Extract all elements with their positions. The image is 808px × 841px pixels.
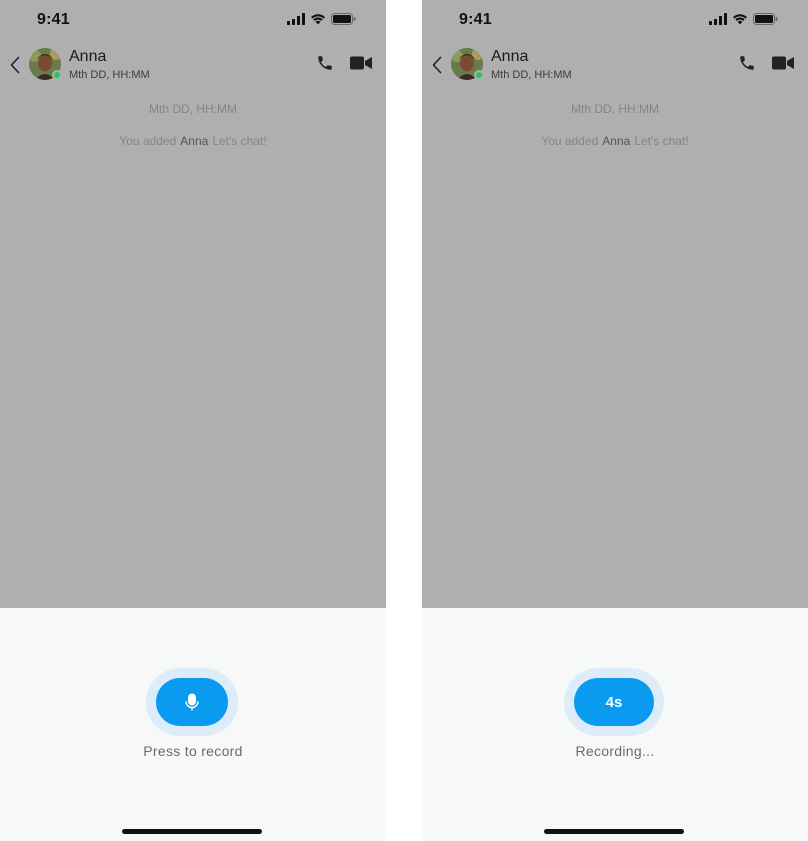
record-hint-label: Press to record [143, 743, 243, 759]
system-message: You added Anna Let's chat! [422, 134, 808, 148]
back-button[interactable] [6, 53, 24, 77]
home-indicator [544, 829, 684, 834]
contact-last-seen: Mth DD, HH:MM [69, 69, 150, 81]
voice-call-button[interactable] [316, 54, 336, 74]
system-message-prefix: You added [541, 134, 599, 148]
avatar[interactable] [29, 48, 62, 80]
system-message-name: Anna [602, 134, 631, 148]
video-camera-icon [350, 56, 372, 70]
online-status-dot [474, 70, 484, 80]
video-call-button[interactable] [350, 55, 372, 73]
chat-area-dimmed: 9:41 Anna Mth DD, HH:MM Mth DD, HH:MM Yo… [0, 0, 386, 608]
contact-name: Anna [491, 48, 529, 65]
system-message-prefix: You added [119, 134, 177, 148]
recording-status-label: Recording... [575, 743, 655, 759]
status-bar: 9:41 [422, 0, 808, 40]
phone-icon [318, 56, 332, 70]
status-bar: 9:41 [0, 0, 386, 40]
status-icons [287, 13, 356, 25]
recording-timer: 4s [605, 693, 623, 711]
avatar[interactable] [451, 48, 484, 80]
system-message: You added Anna Let's chat! [0, 134, 386, 148]
home-indicator [122, 829, 262, 834]
phone-icon [740, 56, 754, 70]
signal-icon [287, 13, 305, 25]
wifi-icon [733, 14, 747, 25]
record-button[interactable] [156, 678, 228, 726]
battery-icon [331, 13, 356, 25]
back-chevron-icon [10, 56, 20, 74]
message-date: Mth DD, HH:MM [571, 102, 659, 116]
message-date: Mth DD, HH:MM [149, 102, 237, 116]
back-button[interactable] [428, 53, 446, 77]
status-icons [709, 13, 778, 25]
contact-last-seen: Mth DD, HH:MM [491, 69, 572, 81]
status-time: 9:41 [37, 11, 70, 28]
chat-header: Anna Mth DD, HH:MM [422, 44, 808, 86]
chat-area-dimmed: 9:41 Anna Mth DD, HH:MM Mth DD, HH:MM Yo… [422, 0, 808, 608]
system-message-suffix: Let's chat! [212, 134, 267, 148]
phone-screen-recording: 9:41 Anna Mth DD, HH:MM Mth DD, HH:MM Yo… [422, 0, 808, 841]
video-call-button[interactable] [772, 55, 794, 73]
system-message-name: Anna [180, 134, 209, 148]
chat-header: Anna Mth DD, HH:MM [0, 44, 386, 86]
recording-timer-button[interactable]: 4s [574, 678, 654, 726]
wifi-icon [311, 14, 325, 25]
voice-call-button[interactable] [738, 54, 758, 74]
signal-icon [709, 13, 727, 25]
contact-name: Anna [69, 48, 107, 65]
system-message-suffix: Let's chat! [634, 134, 689, 148]
voice-recorder-panel: 4s Recording... [422, 608, 808, 841]
battery-icon [753, 13, 778, 25]
status-time: 9:41 [459, 11, 492, 28]
voice-recorder-panel: Press to record [0, 608, 386, 841]
video-camera-icon [772, 56, 794, 70]
phone-screen-idle: 9:41 Anna Mth DD, HH:MM Mth DD, HH:MM Yo… [0, 0, 386, 841]
microphone-icon [185, 693, 199, 711]
back-chevron-icon [432, 56, 442, 74]
online-status-dot [52, 70, 62, 80]
